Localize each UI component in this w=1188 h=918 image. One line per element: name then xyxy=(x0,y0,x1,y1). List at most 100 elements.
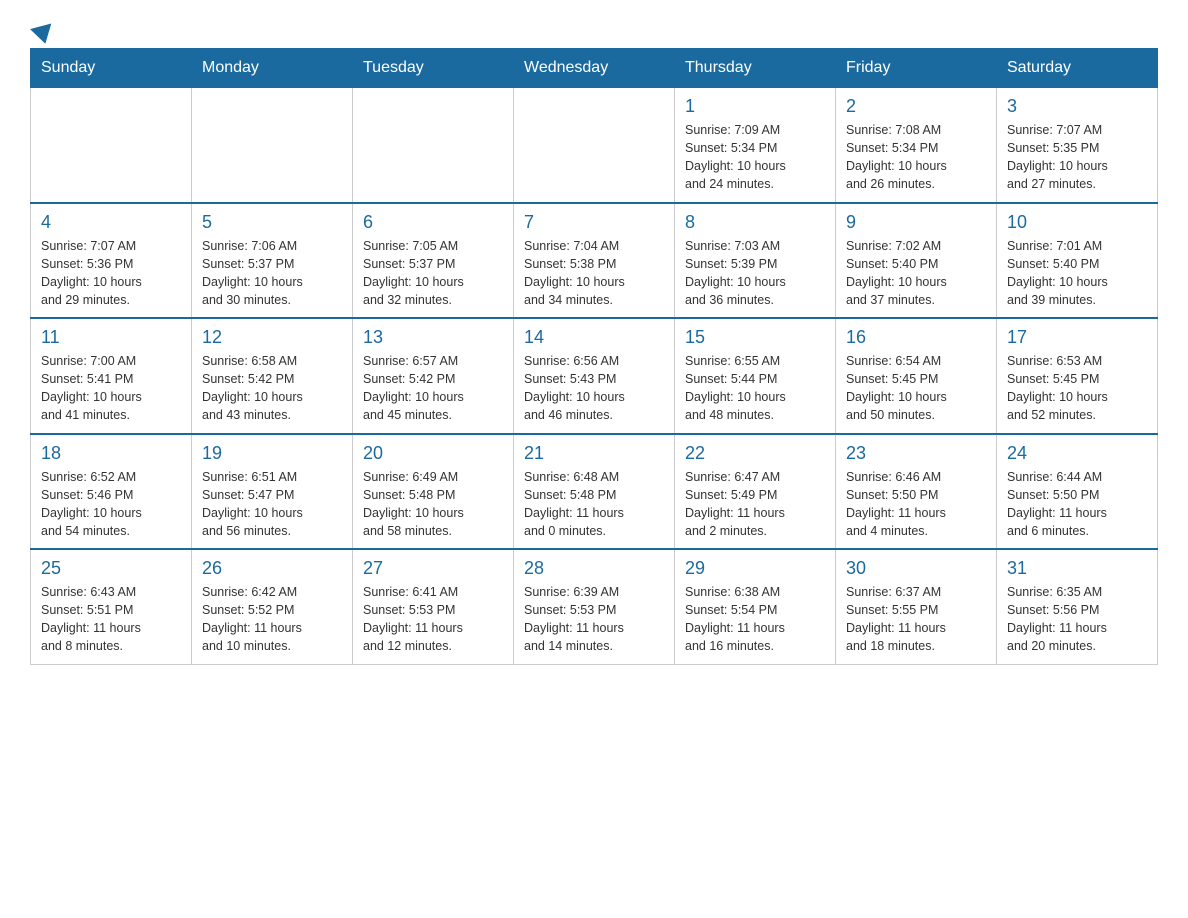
day-number: 7 xyxy=(524,212,664,233)
day-number: 13 xyxy=(363,327,503,348)
day-info: Sunrise: 6:38 AM Sunset: 5:54 PM Dayligh… xyxy=(685,583,825,656)
day-number: 12 xyxy=(202,327,342,348)
calendar-cell: 26Sunrise: 6:42 AM Sunset: 5:52 PM Dayli… xyxy=(192,549,353,664)
calendar-week-row: 4Sunrise: 7:07 AM Sunset: 5:36 PM Daylig… xyxy=(31,203,1158,319)
day-number: 22 xyxy=(685,443,825,464)
day-info: Sunrise: 7:01 AM Sunset: 5:40 PM Dayligh… xyxy=(1007,237,1147,310)
day-number: 14 xyxy=(524,327,664,348)
day-info: Sunrise: 6:47 AM Sunset: 5:49 PM Dayligh… xyxy=(685,468,825,541)
calendar-cell: 23 Sunrise: 6:46 AM Sunset: 5:50 PM Dayli… xyxy=(836,434,997,550)
day-info: Sunrise: 6:35 AM Sunset: 5:56 PM Dayligh… xyxy=(1007,583,1147,656)
calendar-cell: 10 Sunrise: 7:01 AM Sunset: 5:40 PM Dayli… xyxy=(997,203,1158,319)
day-number: 21 xyxy=(524,443,664,464)
day-of-week-header: Thursday xyxy=(675,49,836,88)
calendar-cell: 29 Sunrise: 6:38 AM Sunset: 5:54 PM Dayli… xyxy=(675,549,836,664)
day-info: Sunrise: 6:53 AM Sunset: 5:45 PM Dayligh… xyxy=(1007,352,1147,425)
day-number: 6 xyxy=(363,212,503,233)
logo xyxy=(30,20,54,38)
day-info: Sunrise: 6:46 AM Sunset: 5:50 PM Dayligh… xyxy=(846,468,986,541)
day-info: Sunrise: 7:03 AM Sunset: 5:39 PM Dayligh… xyxy=(685,237,825,310)
day-number: 31 xyxy=(1007,558,1147,579)
calendar-cell: 25 Sunrise: 6:43 AM Sunset: 5:51 PM Dayli… xyxy=(31,549,192,664)
calendar-cell: 12 Sunrise: 6:58 AM Sunset: 5:42 PM Dayli… xyxy=(192,318,353,434)
day-number: 10 xyxy=(1007,212,1147,233)
day-number: 16 xyxy=(846,327,986,348)
day-of-week-header: Saturday xyxy=(997,49,1158,88)
calendar-cell: 4Sunrise: 7:07 AM Sunset: 5:36 PM Daylig… xyxy=(31,203,192,319)
calendar-cell xyxy=(353,88,514,203)
day-info: Sunrise: 7:07 AM Sunset: 5:36 PM Dayligh… xyxy=(41,237,181,310)
calendar-cell: 7 Sunrise: 7:04 AM Sunset: 5:38 PM Daylig… xyxy=(514,203,675,319)
calendar-cell: 6 Sunrise: 7:05 AM Sunset: 5:37 PM Daylig… xyxy=(353,203,514,319)
calendar-week-row: 18 Sunrise: 6:52 AM Sunset: 5:46 PM Dayli… xyxy=(31,434,1158,550)
calendar-cell xyxy=(192,88,353,203)
day-number: 2 xyxy=(846,96,986,117)
calendar-header-row: SundayMondayTuesdayWednesdayThursdayFrid… xyxy=(31,49,1158,88)
calendar-cell xyxy=(31,88,192,203)
day-info: Sunrise: 6:48 AM Sunset: 5:48 PM Dayligh… xyxy=(524,468,664,541)
calendar-table: SundayMondayTuesdayWednesdayThursdayFrid… xyxy=(30,48,1158,665)
day-info: Sunrise: 7:09 AM Sunset: 5:34 PM Dayligh… xyxy=(685,121,825,194)
calendar-cell: 21 Sunrise: 6:48 AM Sunset: 5:48 PM Dayli… xyxy=(514,434,675,550)
day-info: Sunrise: 7:04 AM Sunset: 5:38 PM Dayligh… xyxy=(524,237,664,310)
day-number: 26 xyxy=(202,558,342,579)
day-info: Sunrise: 6:44 AM Sunset: 5:50 PM Dayligh… xyxy=(1007,468,1147,541)
calendar-week-row: 11 Sunrise: 7:00 AM Sunset: 5:41 PM Dayli… xyxy=(31,318,1158,434)
calendar-cell: 2 Sunrise: 7:08 AM Sunset: 5:34 PM Daylig… xyxy=(836,88,997,203)
calendar-cell: 8Sunrise: 7:03 AM Sunset: 5:39 PM Daylig… xyxy=(675,203,836,319)
day-of-week-header: Monday xyxy=(192,49,353,88)
day-number: 19 xyxy=(202,443,342,464)
day-info: Sunrise: 7:05 AM Sunset: 5:37 PM Dayligh… xyxy=(363,237,503,310)
day-of-week-header: Friday xyxy=(836,49,997,88)
calendar-cell: 30Sunrise: 6:37 AM Sunset: 5:55 PM Dayli… xyxy=(836,549,997,664)
calendar-cell: 5Sunrise: 7:06 AM Sunset: 5:37 PM Daylig… xyxy=(192,203,353,319)
day-info: Sunrise: 6:58 AM Sunset: 5:42 PM Dayligh… xyxy=(202,352,342,425)
calendar-cell xyxy=(514,88,675,203)
day-info: Sunrise: 6:57 AM Sunset: 5:42 PM Dayligh… xyxy=(363,352,503,425)
day-info: Sunrise: 6:49 AM Sunset: 5:48 PM Dayligh… xyxy=(363,468,503,541)
day-number: 17 xyxy=(1007,327,1147,348)
day-info: Sunrise: 6:51 AM Sunset: 5:47 PM Dayligh… xyxy=(202,468,342,541)
day-of-week-header: Tuesday xyxy=(353,49,514,88)
day-info: Sunrise: 6:52 AM Sunset: 5:46 PM Dayligh… xyxy=(41,468,181,541)
day-number: 25 xyxy=(41,558,181,579)
calendar-cell: 15Sunrise: 6:55 AM Sunset: 5:44 PM Dayli… xyxy=(675,318,836,434)
calendar-cell: 17 Sunrise: 6:53 AM Sunset: 5:45 PM Dayli… xyxy=(997,318,1158,434)
calendar-week-row: 25 Sunrise: 6:43 AM Sunset: 5:51 PM Dayli… xyxy=(31,549,1158,664)
day-info: Sunrise: 6:55 AM Sunset: 5:44 PM Dayligh… xyxy=(685,352,825,425)
day-info: Sunrise: 7:02 AM Sunset: 5:40 PM Dayligh… xyxy=(846,237,986,310)
day-number: 28 xyxy=(524,558,664,579)
calendar-cell: 18 Sunrise: 6:52 AM Sunset: 5:46 PM Dayli… xyxy=(31,434,192,550)
calendar-week-row: 1Sunrise: 7:09 AM Sunset: 5:34 PM Daylig… xyxy=(31,88,1158,203)
calendar-cell: 16 Sunrise: 6:54 AM Sunset: 5:45 PM Dayli… xyxy=(836,318,997,434)
day-number: 29 xyxy=(685,558,825,579)
day-info: Sunrise: 6:54 AM Sunset: 5:45 PM Dayligh… xyxy=(846,352,986,425)
day-info: Sunrise: 6:56 AM Sunset: 5:43 PM Dayligh… xyxy=(524,352,664,425)
day-number: 23 xyxy=(846,443,986,464)
calendar-cell: 1Sunrise: 7:09 AM Sunset: 5:34 PM Daylig… xyxy=(675,88,836,203)
day-info: Sunrise: 7:07 AM Sunset: 5:35 PM Dayligh… xyxy=(1007,121,1147,194)
calendar-cell: 31 Sunrise: 6:35 AM Sunset: 5:56 PM Dayli… xyxy=(997,549,1158,664)
day-number: 18 xyxy=(41,443,181,464)
calendar-cell: 20 Sunrise: 6:49 AM Sunset: 5:48 PM Dayli… xyxy=(353,434,514,550)
day-info: Sunrise: 7:08 AM Sunset: 5:34 PM Dayligh… xyxy=(846,121,986,194)
day-info: Sunrise: 6:39 AM Sunset: 5:53 PM Dayligh… xyxy=(524,583,664,656)
day-number: 5 xyxy=(202,212,342,233)
day-number: 3 xyxy=(1007,96,1147,117)
calendar-cell: 22 Sunrise: 6:47 AM Sunset: 5:49 PM Dayli… xyxy=(675,434,836,550)
calendar-cell: 11 Sunrise: 7:00 AM Sunset: 5:41 PM Dayli… xyxy=(31,318,192,434)
day-of-week-header: Sunday xyxy=(31,49,192,88)
day-info: Sunrise: 6:43 AM Sunset: 5:51 PM Dayligh… xyxy=(41,583,181,656)
day-info: Sunrise: 6:37 AM Sunset: 5:55 PM Dayligh… xyxy=(846,583,986,656)
day-number: 20 xyxy=(363,443,503,464)
calendar-cell: 9Sunrise: 7:02 AM Sunset: 5:40 PM Daylig… xyxy=(836,203,997,319)
day-info: Sunrise: 6:41 AM Sunset: 5:53 PM Dayligh… xyxy=(363,583,503,656)
calendar-cell: 19 Sunrise: 6:51 AM Sunset: 5:47 PM Dayli… xyxy=(192,434,353,550)
day-info: Sunrise: 7:00 AM Sunset: 5:41 PM Dayligh… xyxy=(41,352,181,425)
calendar-cell: 27Sunrise: 6:41 AM Sunset: 5:53 PM Dayli… xyxy=(353,549,514,664)
day-of-week-header: Wednesday xyxy=(514,49,675,88)
day-number: 24 xyxy=(1007,443,1147,464)
calendar-cell: 3 Sunrise: 7:07 AM Sunset: 5:35 PM Daylig… xyxy=(997,88,1158,203)
day-number: 11 xyxy=(41,327,181,348)
page-header xyxy=(30,20,1158,38)
